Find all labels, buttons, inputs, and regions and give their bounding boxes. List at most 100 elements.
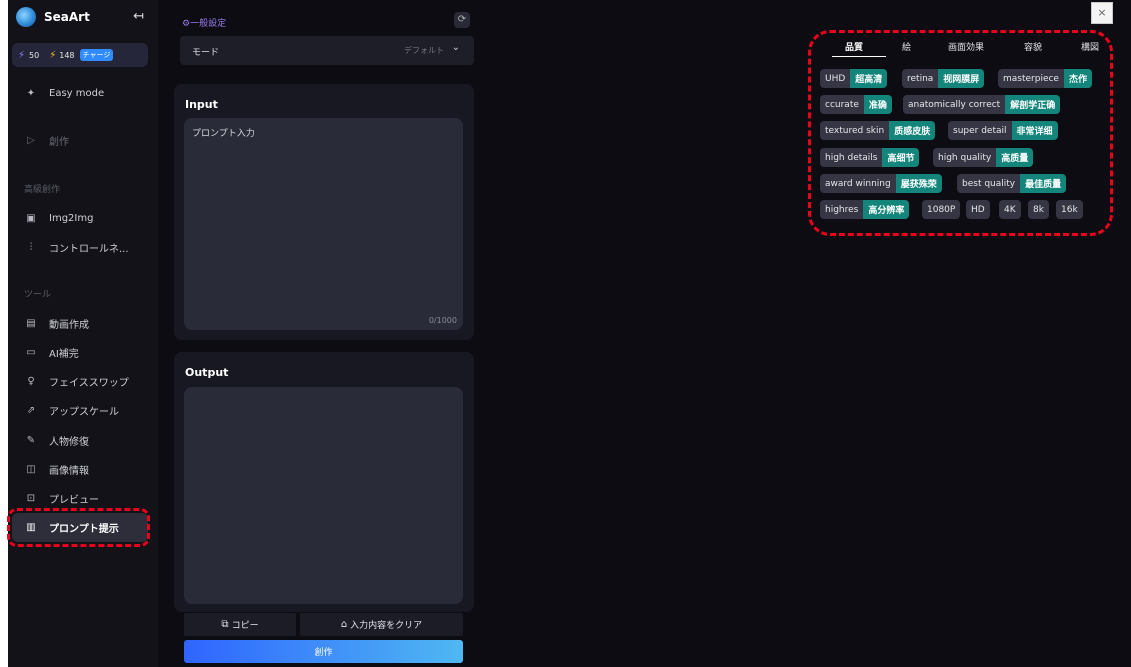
chip-zh: 高分辨率 — [863, 200, 910, 219]
sidebar-item-label: プロンプト提示 — [49, 523, 119, 535]
brand-row[interactable]: SeaArt ↤ — [16, 6, 146, 28]
prompt-chip[interactable]: anatomically correct 解剖学正确 — [903, 95, 1061, 114]
sidebar-item-label: コントロールネ... — [49, 243, 129, 255]
app-window: SeaArt ↤ ⚡ 50 ⚡ 148 チャージ ✦ Easy mode ▷ 創… — [7, 0, 1131, 667]
prompt-chip[interactable]: super detail 非常详细 — [948, 121, 1058, 140]
prompt-chip[interactable]: masterpiece 杰作 — [998, 69, 1092, 88]
clear-input-button[interactable]: ⌂ 入力内容をクリア — [300, 613, 463, 636]
sidebar-item-upscale[interactable]: ⇗ アップスケール — [24, 401, 119, 419]
chip-en: textured skin — [820, 121, 890, 140]
sidebar-item-label: 画像情報 — [49, 465, 89, 477]
book-icon: ◫ — [26, 463, 36, 475]
sidebar-item-face-swap[interactable]: ♀ フェイススワップ — [24, 372, 128, 390]
prompt-chip[interactable]: ccurate 准确 — [820, 95, 892, 114]
chip-zh: 高细节 — [882, 148, 920, 167]
prompt-chip[interactable]: high quality 高质量 — [933, 148, 1034, 167]
chip-en: 16k — [1056, 200, 1083, 219]
chip-zh: 非常详细 — [1011, 121, 1058, 140]
sidebar-item-label: アップスケール — [49, 406, 119, 418]
chip-zh: 高质量 — [996, 148, 1034, 167]
prompt-chip[interactable]: retina 视网膜屏 — [902, 69, 985, 88]
sidebar-item-prompt-suggest[interactable]: ▥ プロンプト提示 — [24, 518, 119, 536]
prompt-chip[interactable]: high details 高细节 — [820, 148, 920, 167]
chip-en: masterpiece — [998, 69, 1064, 88]
tab-screen-effect[interactable]: 画面効果 — [948, 40, 984, 53]
section-label-tools: ツール — [24, 290, 52, 300]
sidebar-item-controlnet[interactable]: ⫶ コントロールネ... — [24, 238, 129, 256]
charge-button[interactable]: チャージ — [79, 49, 114, 61]
sidebar-item-ai-complete[interactable]: ▭ AI補完 — [24, 343, 79, 361]
sidebar-item-easy-mode[interactable]: ✦ Easy mode — [24, 84, 104, 102]
collapse-left-icon[interactable]: ↤ — [133, 9, 144, 24]
char-counter: 0/1000 — [428, 316, 457, 325]
prompt-placeholder: プロンプト入力 — [192, 129, 255, 139]
chip-zh: 屡获殊荣 — [895, 174, 942, 193]
prompt-chip[interactable]: 4K — [999, 200, 1021, 219]
chip-en: ccurate — [820, 95, 864, 114]
prompt-chip[interactable]: HD — [966, 200, 990, 219]
chip-en: HD — [966, 200, 990, 219]
prompt-chip[interactable]: textured skin 质感皮肤 — [820, 121, 936, 140]
mode-select[interactable]: モード デフォルト ⌄ — [180, 36, 474, 65]
tab-composition[interactable]: 構図 — [1081, 40, 1099, 53]
chip-zh: 质感皮肤 — [889, 121, 936, 140]
chip-en: highres — [820, 200, 864, 219]
chip-en: UHD — [820, 69, 851, 88]
chip-en: high details — [820, 148, 883, 167]
sidebar-item-repair[interactable]: ✎ 人物修復 — [24, 431, 89, 449]
sidebar-item-label: Img2Img — [49, 212, 94, 224]
chip-en: high quality — [933, 148, 997, 167]
sidebar-item-img2img[interactable]: ▣ Img2Img — [24, 209, 93, 227]
credits-bar: ⚡ 50 ⚡ 148 チャージ — [12, 43, 148, 67]
chip-zh: 解剖学正确 — [1005, 95, 1061, 114]
input-title: Input — [185, 98, 218, 111]
sidebar: SeaArt ↤ ⚡ 50 ⚡ 148 チャージ ✦ Easy mode ▷ 創… — [7, 0, 158, 667]
chip-en: 4K — [999, 200, 1021, 219]
output-area[interactable] — [184, 387, 463, 604]
close-button[interactable]: × — [1091, 2, 1113, 24]
refresh-icon[interactable]: ⟳ — [454, 12, 470, 28]
output-title: Output — [185, 366, 229, 379]
sliders-icon: ⫶ — [29, 241, 33, 253]
create-button[interactable]: 創作 — [184, 640, 463, 663]
output-card: Output — [174, 352, 474, 612]
preview-icon: ⊡ — [26, 492, 36, 504]
mode-label: モード — [192, 48, 220, 58]
chip-zh: 最佳质量 — [1020, 174, 1067, 193]
brand-name: SeaArt — [44, 10, 90, 24]
ai-complete-icon: ▭ — [26, 346, 36, 358]
chip-zh: 超高清 — [850, 69, 888, 88]
sidebar-item-label: 人物修復 — [49, 436, 89, 448]
prompt-chip[interactable]: best quality 最佳质量 — [957, 174, 1067, 193]
prompt-chip[interactable]: award winning 屡获殊荣 — [820, 174, 942, 193]
copy-icon: ⧉ — [221, 619, 229, 630]
sidebar-item-label: Easy mode — [49, 87, 105, 99]
tab-painting[interactable]: 絵 — [902, 40, 911, 53]
sidebar-item-label: 動画作成 — [49, 319, 89, 331]
mode-value: デフォルト — [404, 46, 444, 55]
copy-button[interactable]: ⧉ コピー — [184, 613, 296, 636]
tab-appearance[interactable]: 容貌 — [1024, 40, 1042, 53]
sidebar-item-label: AI補完 — [49, 348, 79, 360]
sidebar-item-image-info[interactable]: ◫ 画像情報 — [24, 460, 89, 478]
prompt-chip[interactable]: 1080P — [922, 200, 961, 219]
general-settings-title: ⚙一般設定 — [182, 19, 227, 29]
chip-en: award winning — [820, 174, 896, 193]
prompt-chip[interactable]: 16k — [1056, 200, 1083, 219]
prompt-input[interactable]: プロンプト入力 0/1000 — [184, 118, 463, 330]
chip-en: anatomically correct — [903, 95, 1006, 114]
sidebar-item-label: 創作 — [49, 136, 69, 148]
sidebar-item-video[interactable]: ▤ 動画作成 — [24, 314, 89, 332]
image-icon: ▣ — [26, 212, 36, 224]
prompt-chip[interactable]: 8k — [1028, 200, 1049, 219]
sidebar-item-create[interactable]: ▷ 創作 — [24, 131, 69, 149]
sidebar-item-preview[interactable]: ⊡ プレビュー — [24, 489, 99, 507]
energy-count: 148 — [59, 50, 75, 60]
seaart-logo-icon — [16, 7, 36, 27]
play-icon: ▷ — [27, 134, 35, 146]
tab-quality[interactable]: 品質 — [845, 40, 863, 53]
chevron-down-icon: ⌄ — [451, 42, 460, 53]
prompt-chip[interactable]: highres 高分辨率 — [820, 200, 910, 219]
chip-zh: 视网膜屏 — [938, 69, 985, 88]
prompt-chip[interactable]: UHD 超高清 — [820, 69, 888, 88]
